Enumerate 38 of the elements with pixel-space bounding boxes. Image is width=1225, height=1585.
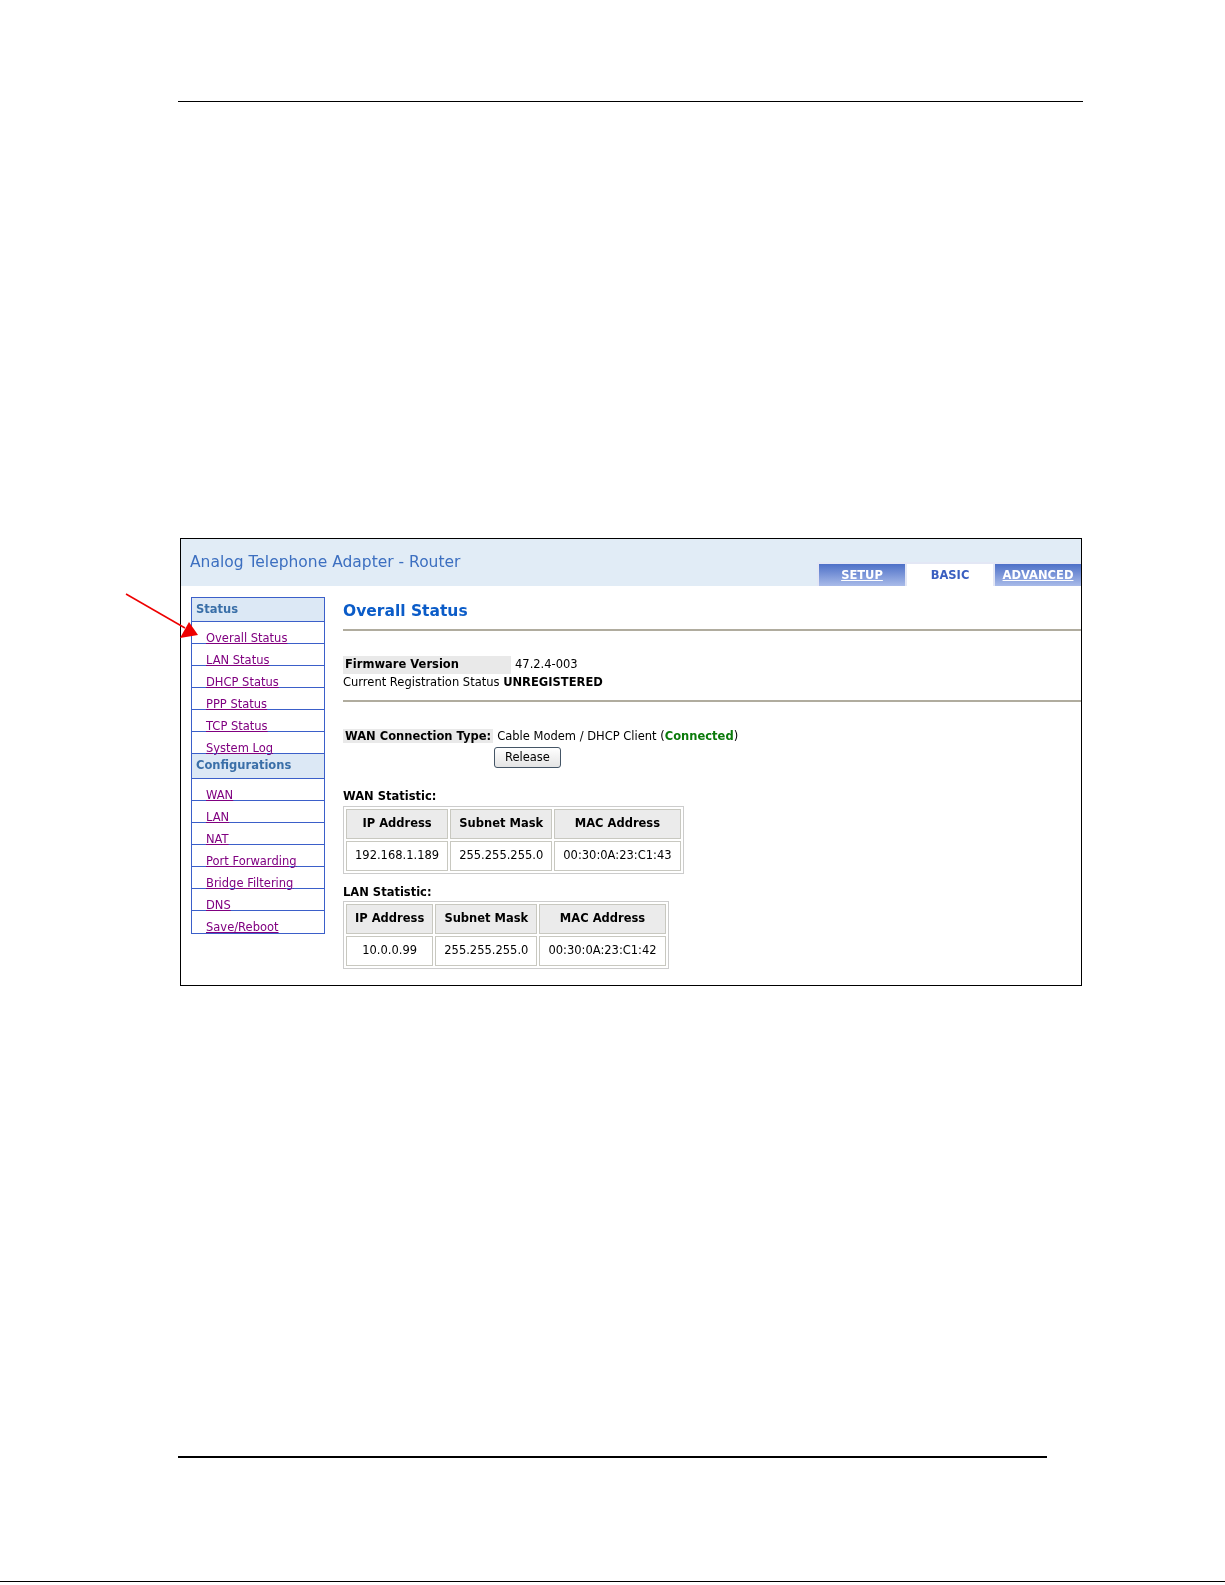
column-header: Subnet Mask	[435, 903, 538, 934]
column-header: IP Address	[346, 903, 434, 934]
menu-link[interactable]: DNS	[206, 897, 231, 912]
table-cell: 192.168.1.189	[346, 840, 449, 871]
field-label: WAN Connection Type:	[343, 728, 494, 743]
menu-link[interactable]: NAT	[206, 831, 229, 846]
page-heading: Overall Status	[343, 601, 469, 622]
menu-link[interactable]: Port Forwarding	[206, 853, 297, 868]
menu-link[interactable]: System Log	[206, 741, 274, 756]
column-header: MAC Address	[554, 808, 681, 839]
connection-status: Cable Modem / DHCP Client (Connected)	[497, 728, 739, 743]
menu-link[interactable]: PPP Status	[206, 697, 268, 712]
column-header: MAC Address	[539, 903, 666, 934]
menu-link[interactable]: WAN	[206, 787, 234, 802]
registration-status: Current Registration Status UNREGISTERED	[343, 673, 604, 691]
nav-tab[interactable]: BASIC	[907, 564, 993, 586]
menu-link[interactable]: Save/Reboot	[206, 919, 279, 934]
app-title: Analog Telephone Adapter - Router	[190, 551, 461, 573]
table-cell: 255.255.255.0	[450, 840, 553, 871]
menu-section-header: Configurations	[192, 754, 324, 779]
table-title: WAN Statistic:	[343, 788, 438, 806]
field-value: 47.2.4-003	[515, 657, 578, 672]
table-title: LAN Statistic:	[343, 883, 433, 901]
field-label: Firmware Version	[343, 656, 511, 674]
menu-link[interactable]: DHCP Status	[206, 675, 279, 690]
table-cell: 00:30:0A:23:C1:42	[539, 935, 666, 966]
column-header: Subnet Mask	[450, 808, 553, 839]
table-cell: 00:30:0A:23:C1:43	[554, 840, 681, 871]
table-cell: 10.0.0.99	[346, 935, 434, 966]
menu-link[interactable]: Overall Status	[206, 631, 288, 646]
menu-link[interactable]: TCP Status	[206, 719, 268, 734]
menu-link[interactable]: LAN	[206, 809, 230, 824]
table-cell: 255.255.255.0	[435, 935, 538, 966]
menu-section-header: Status	[192, 598, 324, 623]
menu-link[interactable]: LAN Status	[206, 653, 270, 668]
menu-link[interactable]: Bridge Filtering	[206, 875, 294, 890]
column-header: IP Address	[346, 808, 449, 839]
release-button[interactable]: Release	[494, 747, 561, 769]
